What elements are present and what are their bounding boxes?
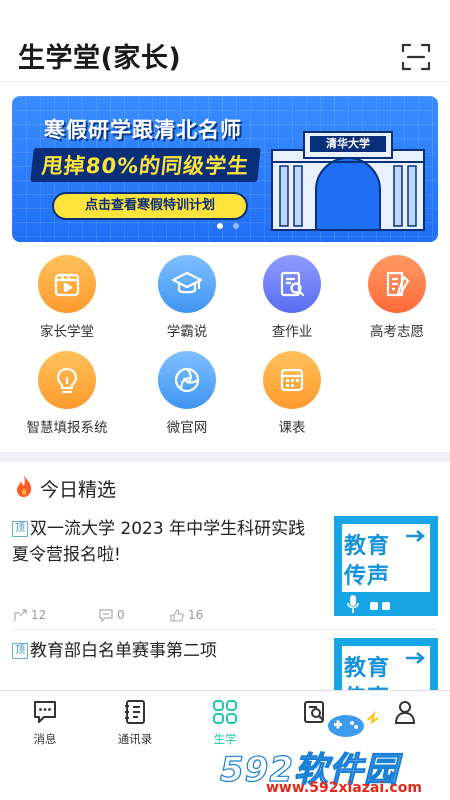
homework-search-icon xyxy=(263,255,321,313)
carousel-dots xyxy=(217,223,247,231)
news-thumbnail[interactable]: 教育 传声 xyxy=(334,638,438,690)
app-header: 生学堂(家长) xyxy=(0,0,450,82)
promo-banner[interactable]: 寒假研学跟清北名师 甩掉80%的同级学生 点击查看寒假特训计划 清华大学 xyxy=(12,96,438,242)
grid-item-label: 微官网 xyxy=(166,420,208,436)
like-count[interactable]: 16 xyxy=(170,608,203,622)
video-icon xyxy=(38,255,96,313)
apps-grid-icon xyxy=(213,700,237,724)
grid-item-parent-school[interactable]: 家长学堂 xyxy=(17,255,117,340)
graduation-cap-icon xyxy=(158,255,216,313)
calendar-icon xyxy=(263,351,321,409)
fire-icon xyxy=(14,474,34,502)
banner-headline: 寒假研学跟清北名师 xyxy=(44,118,242,142)
list-divider xyxy=(12,629,438,630)
carousel-dot-active[interactable] xyxy=(217,223,223,229)
banner-subheadline: 甩掉80%的同级学生 xyxy=(30,148,262,182)
document-pen-icon xyxy=(368,255,426,313)
watermark: 592软件园 www.592xiazai.com xyxy=(0,710,450,800)
tsinghua-gate-illustration: 清华大学 xyxy=(264,110,432,232)
gamepad-logo xyxy=(328,710,379,737)
thumbs-up-icon xyxy=(170,608,184,622)
section-title: 今日精选 xyxy=(40,478,117,501)
news-headline[interactable]: 顶双一流大学 2023 年中学生科研实践夏令营报名啦! xyxy=(12,516,322,568)
news-thumbnail[interactable]: 教育 传声 xyxy=(334,516,438,616)
news-headline[interactable]: 顶教育部白名单赛事第二项 xyxy=(12,638,322,664)
gate-sign: 清华大学 xyxy=(326,137,370,150)
pin-tag: 顶 xyxy=(12,521,28,537)
share-count[interactable]: 12 xyxy=(14,608,46,622)
grid-item-check-homework[interactable]: 查作业 xyxy=(242,255,342,340)
comment-icon xyxy=(99,608,113,622)
grid-item-college-application[interactable]: 高考志愿 xyxy=(347,255,447,340)
share-icon xyxy=(14,608,27,621)
grid-item-smart-application[interactable]: 智慧填报系统 xyxy=(17,351,117,436)
grid-item-label: 查作业 xyxy=(271,324,313,340)
grid-item-label: 学霸说 xyxy=(166,324,208,340)
carousel-dot[interactable] xyxy=(233,223,239,229)
grid-item-label: 家长学堂 xyxy=(40,324,94,340)
grid-item-top-student[interactable]: 学霸说 xyxy=(137,255,237,340)
section-divider xyxy=(0,452,450,462)
list-item[interactable]: 顶双一流大学 2023 年中学生科研实践夏令营报名啦! 教育 传声 12 0 1… xyxy=(0,516,450,630)
comment-count[interactable]: 0 xyxy=(99,608,125,622)
grid-item-label: 高考志愿 xyxy=(370,324,424,340)
section-header: 今日精选 xyxy=(14,474,116,502)
aperture-icon xyxy=(158,351,216,409)
page-title: 生学堂(家长) xyxy=(18,43,182,74)
grid-item-timetable[interactable]: 课表 xyxy=(242,351,342,436)
user-icon xyxy=(394,701,416,724)
grid-item-micro-site[interactable]: 微官网 xyxy=(137,351,237,436)
watermark-url: www.592xiazai.com xyxy=(266,780,422,796)
lightbulb-icon xyxy=(38,351,96,409)
grid-item-label: 课表 xyxy=(278,420,306,436)
banner-cta-button[interactable]: 点击查看寒假特训计划 xyxy=(52,192,248,220)
chat-icon xyxy=(34,701,56,723)
scan-icon[interactable] xyxy=(401,42,431,72)
grid-item-label: 智慧填报系统 xyxy=(26,420,108,436)
list-item[interactable]: 顶教育部白名单赛事第二项 教育 传声 xyxy=(0,638,450,690)
pin-tag: 顶 xyxy=(12,643,28,659)
contacts-icon xyxy=(125,700,145,724)
